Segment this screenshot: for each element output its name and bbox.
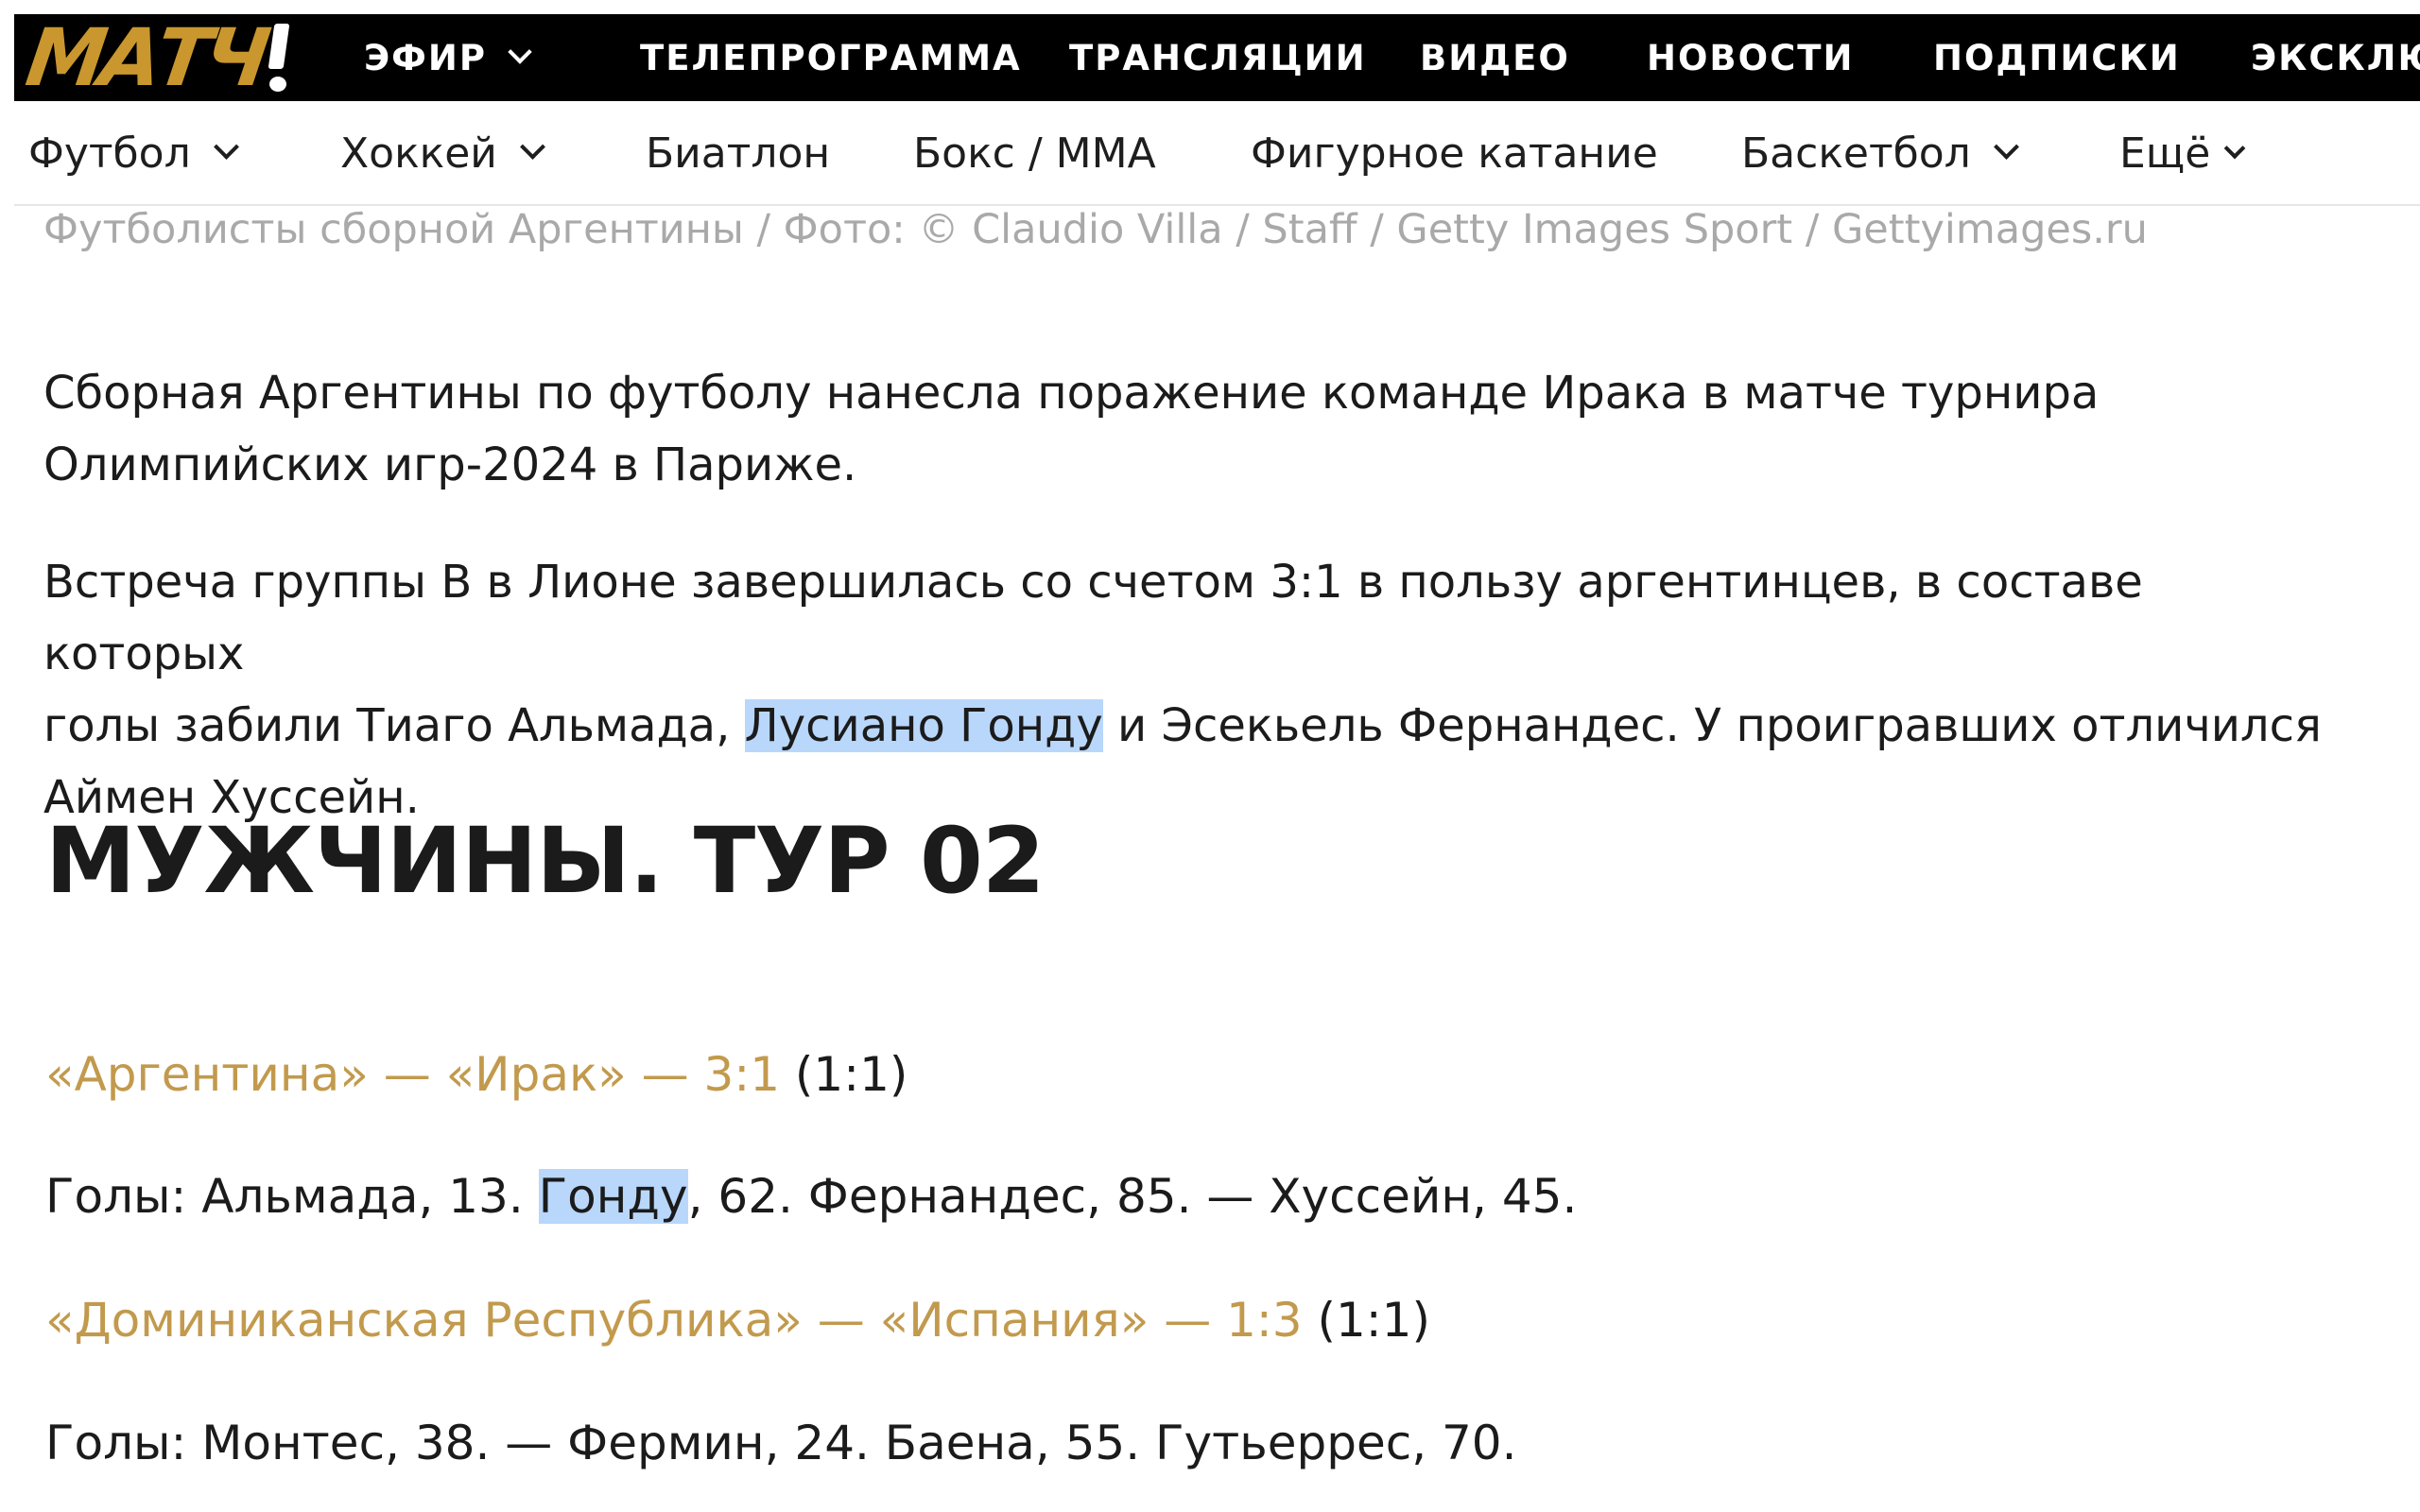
top-navbar: МАТЧ ЭФИР ТЕЛЕПРОГРАММА ТРАНСЛЯЦИИ ВИДЕО… <box>14 14 2420 101</box>
sport-item-label: Хоккей <box>340 129 497 178</box>
halftime-score: (1:1) <box>1302 1293 1430 1348</box>
nav-item-exclusive[interactable]: ЭКСКЛЮЗ <box>2251 38 2420 78</box>
nav-item-efir[interactable]: ЭФИР <box>364 37 532 78</box>
match-link[interactable]: «Доминиканская Республика» — «Испания» —… <box>45 1293 1303 1348</box>
sport-item-label: Бокс / ММА <box>913 129 1156 178</box>
nav-item-tv-program[interactable]: ТЕЛЕПРОГРАММА <box>640 38 1022 78</box>
nav-item-label: ЭКСКЛЮЗ <box>2251 37 2420 78</box>
sport-item-label: Ещё <box>2119 129 2211 178</box>
paragraph-line: Олимпийских игр-2024 в Париже. <box>43 438 857 491</box>
sport-item-label: Баскетбол <box>1741 129 1971 178</box>
goals-text: Голы: Альмада, 13. <box>45 1169 539 1224</box>
match-logo[interactable]: МАТЧ <box>21 14 292 101</box>
sport-item-hockey[interactable]: Хоккей <box>340 102 545 204</box>
article-paragraph-2: Встреча группы B в Лионе завершилась со … <box>43 546 2350 833</box>
sport-item-figure-skating[interactable]: Фигурное катание <box>1251 102 1658 204</box>
sport-item-basketball[interactable]: Баскетбол <box>1741 102 2019 204</box>
photo-caption: Футболисты сборной Аргентины / Фото: © C… <box>43 206 2148 253</box>
chevron-down-icon <box>213 133 239 160</box>
chevron-down-icon <box>2224 137 2246 160</box>
sport-item-more[interactable]: Ещё <box>2119 102 2246 204</box>
paragraph-line: Сборная Аргентины по футболу нанесла пор… <box>43 367 2100 420</box>
match-link[interactable]: «Аргентина» — «Ирак» — 3:1 <box>45 1047 780 1102</box>
paragraph-line: Встреча группы B в Лионе завершилась со … <box>43 556 2143 680</box>
nav-item-news[interactable]: НОВОСТИ <box>1647 38 1854 78</box>
sport-item-football[interactable]: Футбол <box>28 102 239 204</box>
highlighted-player-name[interactable]: Лусиано Гонду <box>744 699 1103 752</box>
nav-item-broadcasts[interactable]: ТРАНСЛЯЦИИ <box>1069 38 1367 78</box>
nav-item-label: ТРАНСЛЯЦИИ <box>1069 37 1367 78</box>
goals-text: , 62. Фернандес, 85. — Хуссейн, 45. <box>687 1169 1578 1224</box>
section-heading: МУЖЧИНЫ. ТУР 02 <box>45 808 1046 914</box>
sport-item-boxing-mma[interactable]: Бокс / ММА <box>913 102 1156 204</box>
goals-text: Голы: Монтес, 38. — Фермин, 24. Баена, 5… <box>45 1416 1517 1470</box>
nav-item-label: ПОДПИСКИ <box>1933 37 2181 78</box>
logo-text: МАТЧ <box>21 14 270 101</box>
chevron-down-icon <box>508 40 532 64</box>
nav-item-label: ВИДЕО <box>1420 37 1570 78</box>
match-goals: Голы: Монтес, 38. — Фермин, 24. Баена, 5… <box>45 1416 1517 1470</box>
nav-item-label: ЭФИР <box>364 37 487 78</box>
halftime-score: (1:1) <box>780 1047 908 1102</box>
nav-item-label: НОВОСТИ <box>1647 37 1855 78</box>
match-result: «Аргентина» — «Ирак» — 3:1 (1:1) <box>45 1047 908 1102</box>
match-goals: Голы: Альмада, 13. Гонду, 62. Фернандес,… <box>45 1169 1577 1224</box>
chevron-down-icon <box>1993 133 2019 160</box>
paragraph-text: голы забили Тиаго Альмада, <box>43 699 745 752</box>
sport-item-label: Футбол <box>28 129 191 178</box>
chevron-down-icon <box>519 133 545 160</box>
nav-item-video[interactable]: ВИДЕО <box>1420 38 1570 78</box>
article-paragraph-1: Сборная Аргентины по футболу нанесла пор… <box>43 357 2350 501</box>
nav-item-label: ТЕЛЕПРОГРАММА <box>640 37 1022 78</box>
nav-item-subscriptions[interactable]: ПОДПИСКИ <box>1933 38 2181 78</box>
sport-nav: Футбол Хоккей Биатлон Бокс / ММА Фигурно… <box>14 102 2420 206</box>
highlighted-player-name[interactable]: Гонду <box>538 1169 688 1224</box>
sport-item-label: Биатлон <box>646 129 831 178</box>
logo-exclamation-icon <box>268 24 290 92</box>
match-result: «Доминиканская Республика» — «Испания» —… <box>45 1293 1430 1348</box>
paragraph-text: и Эсекьель Фернандес. У проигравших отли… <box>1102 699 2322 752</box>
sport-item-biathlon[interactable]: Биатлон <box>646 102 830 204</box>
sport-item-label: Фигурное катание <box>1251 129 1658 178</box>
